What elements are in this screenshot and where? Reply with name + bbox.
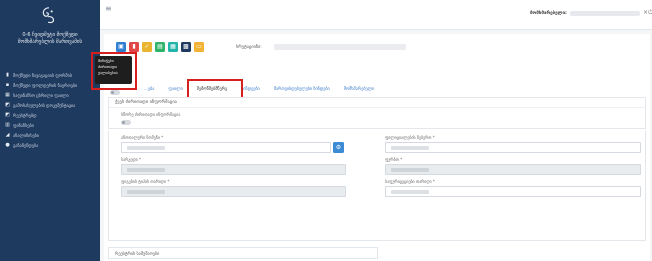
toggle-switch-top[interactable]: [110, 90, 120, 95]
main-info-section: ქვეს ძირითადი ინფორმაცია სწორე ძირითადი …: [108, 97, 646, 129]
bottom-section-header[interactable]: რეესტრის სამუშაოები: [108, 247, 378, 259]
record-label: სრუტაციინი:: [236, 45, 262, 50]
book-icon: ◩: [5, 111, 10, 118]
export-button[interactable]: ▤: [155, 42, 165, 52]
sidebar-item-label: ანალიზისები: [13, 132, 39, 138]
scan-icon: ▩: [183, 43, 189, 50]
field5-label: ფიგების ტიპის თარიღი *: [121, 179, 170, 184]
field2-input[interactable]: [385, 142, 641, 153]
sidebar-item-5[interactable]: ▥ ფინანსები: [0, 120, 100, 130]
field6-input[interactable]: [385, 186, 641, 197]
sidebar-item-4[interactable]: ◩ რეესტრებდ: [0, 110, 100, 120]
action-toolbar: ▣ ▮ ✓ ▤ ▦ ▩ ▭: [116, 42, 204, 52]
sidebar-item-3[interactable]: ◩ გამოსახულების დოკუმენტაცია: [0, 100, 100, 110]
gear-icon: ●: [5, 141, 10, 148]
org-name: 0-6 ჩვიდმეტი მოქმედი მომხმარებლის მართვა…: [4, 32, 96, 46]
hamburger-menu-icon[interactable]: ≡: [105, 4, 112, 13]
field1-input[interactable]: [121, 142, 331, 153]
sidebar-item-0[interactable]: ▮ მოქმედი ნავიგაციის ფორმის: [0, 70, 100, 80]
field3-input: [121, 164, 346, 175]
main-panel: ▣ ▮ ✓ ▤ ▦ ▩ ▭ სრუტაციინი: მინიჭები ძირით…: [91, 34, 650, 261]
print-button[interactable]: ▦: [168, 42, 178, 52]
sidebar-item-1[interactable]: ▪ მოქმედი ფოლდერის ნაერთები: [0, 80, 100, 90]
save-button[interactable]: ▣: [116, 42, 126, 52]
delete-icon: ▮: [132, 43, 136, 50]
export-icon: ▤: [157, 43, 163, 50]
sidebar-item-label: განაჩენდება: [13, 142, 39, 148]
field3-value-redacted: [127, 168, 165, 172]
folder-icon: ▪: [5, 81, 10, 88]
user-label: მომხმარებელი:: [530, 11, 567, 16]
tab-0[interactable]: ...ება: [144, 86, 154, 91]
table-icon: ▦: [5, 91, 10, 98]
power-icon[interactable]: ⏻: [648, 9, 652, 17]
topbar: ≡ მომხმარებელი: × ⏻: [100, 0, 652, 30]
field4-input: [385, 164, 641, 175]
field4-value-redacted: [391, 168, 429, 172]
sidebar-item-7[interactable]: ● განაჩენდება: [0, 140, 100, 150]
section-title: ქვეს ძირითადი ინფორმაცია: [109, 98, 645, 108]
field3-label: სარკედი *: [121, 157, 141, 162]
field1-label: ანოთალური ნომენი *: [121, 135, 164, 140]
logo-icon: [42, 7, 55, 24]
sidebar-item-label: მოქმედი ფოლდერის ნაერთები: [13, 82, 78, 88]
plus-icon: ⚙: [335, 144, 342, 151]
sidebar-nav: ▮ მოქმედი ნავიგაციის ფორმის ▪ მოქმედი ფოლდ…: [0, 70, 100, 150]
field2-label: ფილიციალების ნებერთ *: [385, 135, 435, 140]
delete-button[interactable]: ▮: [129, 42, 139, 52]
tooltip: მინიჭები ძირითადი ვალისებია: [95, 56, 132, 84]
field6-label: საფურიცეციები თარიღი *: [385, 179, 435, 184]
field4-label: ფურბთ *: [385, 157, 403, 162]
check-icon: ✓: [144, 43, 150, 50]
fields-section: ანოთალური ნომენი * ⚙ ფილიციალების ნებერთ…: [108, 131, 646, 241]
sidebar-item-6[interactable]: ◢ ანალიზისები: [0, 130, 100, 140]
sidebar-item-2[interactable]: ▦ საფინანსო ცხრილი ფაილი: [0, 90, 100, 100]
approve-button[interactable]: ✓: [142, 42, 152, 52]
field1-value-redacted: [127, 146, 165, 150]
field2-value-redacted: [391, 146, 429, 150]
file-icon: ▮: [6, 71, 9, 78]
toggle-switch[interactable]: [121, 120, 131, 125]
tab-4[interactable]: მართვისდებულები ზინდები: [274, 86, 330, 91]
org-name-line2: მომხმარებლის მართვამის: [17, 39, 83, 45]
folder-icon: ▭: [196, 43, 202, 50]
folder-button[interactable]: ▭: [194, 42, 204, 52]
tabs: ...ება ფაილი შემოწმებმწერვ ვინდეები მართ…: [144, 86, 374, 91]
sidebar-item-label: მოქმედი ნავიგაციის ფორმის: [13, 72, 72, 78]
print-icon: ▦: [170, 43, 176, 50]
tooltip-line3: ვალისებია: [98, 70, 118, 75]
tab-5[interactable]: მომხმარებელი: [344, 86, 375, 91]
save-icon: ▣: [118, 43, 124, 50]
org-name-line1: 0-6 ჩვიდმეტი მოქმედი: [22, 32, 78, 38]
bar-chart-icon: ◢: [5, 131, 10, 138]
sidebar: 0-6 ჩვიდმეტი მოქმედი მომხმარებლის მართვა…: [0, 0, 100, 261]
add-button[interactable]: ⚙: [333, 142, 344, 153]
field6-value-redacted: [391, 190, 429, 194]
field5-input: [121, 186, 346, 197]
sidebar-item-label: გამოსახულების დოკუმენტაცია: [13, 102, 76, 108]
document-icon: ◩: [5, 101, 10, 108]
user-name-redacted: [570, 11, 640, 16]
tab-1[interactable]: ფაილი: [168, 86, 182, 91]
record-value-redacted: [274, 44, 406, 50]
scan-button[interactable]: ▩: [181, 42, 191, 52]
sidebar-item-label: საფინანსო ცხრილი ფაილი: [13, 92, 69, 98]
toggle-label: სწორე ძირითადი ინფორმაცია: [121, 112, 181, 117]
sidebar-item-label: ფინანსები: [13, 122, 34, 128]
field5-value-redacted: [127, 190, 165, 194]
tab-3[interactable]: ვინდეები: [241, 86, 260, 91]
sidebar-item-label: რეესტრებდ: [13, 112, 37, 118]
chart-icon: ▥: [5, 121, 10, 128]
